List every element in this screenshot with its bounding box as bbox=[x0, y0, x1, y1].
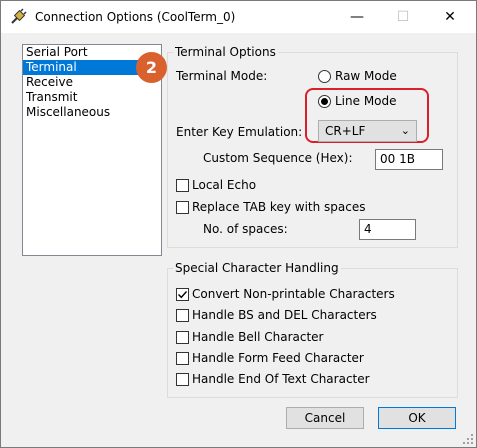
close-button[interactable]: ✕ bbox=[427, 1, 473, 33]
connection-options-dialog: Connection Options (CoolTerm_0) — ☐ ✕ Se… bbox=[0, 0, 477, 448]
num-spaces-label: No. of spaces: bbox=[203, 222, 288, 236]
enter-key-emulation-value: CR+LF bbox=[325, 124, 366, 138]
terminal-options-title: Terminal Options bbox=[173, 45, 278, 59]
enter-key-emulation-label: Enter Key Emulation: bbox=[176, 125, 303, 139]
replace-tab-label[interactable]: Replace TAB key with spaces bbox=[192, 200, 365, 214]
coolterm-plug-icon bbox=[11, 8, 27, 24]
replace-tab-checkbox[interactable] bbox=[176, 201, 189, 214]
cancel-button[interactable]: Cancel bbox=[286, 407, 364, 429]
num-spaces-input[interactable]: 4 bbox=[359, 219, 416, 240]
category-item-miscellaneous[interactable]: Miscellaneous bbox=[23, 105, 161, 120]
convert-nonprintable-label[interactable]: Convert Non-printable Characters bbox=[192, 287, 395, 301]
raw-mode-label[interactable]: Raw Mode bbox=[335, 69, 397, 83]
checkmark-icon bbox=[178, 291, 188, 299]
handle-form-feed-label[interactable]: Handle Form Feed Character bbox=[192, 351, 364, 365]
handle-bell-checkbox[interactable] bbox=[176, 331, 189, 344]
local-echo-label[interactable]: Local Echo bbox=[192, 178, 256, 192]
special-character-title: Special Character Handling bbox=[173, 261, 341, 275]
line-mode-radio[interactable] bbox=[318, 95, 331, 108]
window-title: Connection Options (CoolTerm_0) bbox=[35, 10, 236, 24]
step-callout-badge: 2 bbox=[136, 52, 167, 83]
handle-bs-del-label[interactable]: Handle BS and DEL Characters bbox=[192, 308, 377, 322]
terminal-mode-label: Terminal Mode: bbox=[176, 69, 268, 83]
handle-bell-label[interactable]: Handle Bell Character bbox=[192, 330, 323, 344]
handle-form-feed-checkbox[interactable] bbox=[176, 352, 189, 365]
custom-sequence-input[interactable]: 00 1B bbox=[375, 149, 443, 170]
minimize-button[interactable]: — bbox=[334, 1, 380, 33]
convert-nonprintable-checkbox[interactable] bbox=[176, 288, 189, 301]
handle-end-of-text-checkbox[interactable] bbox=[176, 373, 189, 386]
chevron-down-icon: ⌄ bbox=[400, 124, 410, 137]
ok-button[interactable]: OK bbox=[378, 407, 456, 429]
handle-bs-del-checkbox[interactable] bbox=[176, 309, 189, 322]
line-mode-label[interactable]: Line Mode bbox=[335, 94, 397, 108]
title-bar[interactable]: Connection Options (CoolTerm_0) — ☐ ✕ bbox=[1, 1, 476, 33]
category-item-transmit[interactable]: Transmit bbox=[23, 90, 161, 105]
custom-sequence-label: Custom Sequence (Hex): bbox=[203, 151, 353, 165]
handle-end-of-text-label[interactable]: Handle End Of Text Character bbox=[192, 372, 370, 386]
local-echo-checkbox[interactable] bbox=[176, 179, 189, 192]
enter-key-emulation-dropdown[interactable]: CR+LF ⌄ bbox=[318, 120, 417, 142]
resize-grip-icon[interactable] bbox=[462, 433, 474, 445]
raw-mode-radio[interactable] bbox=[318, 70, 331, 83]
maximize-button[interactable]: ☐ bbox=[380, 1, 426, 33]
